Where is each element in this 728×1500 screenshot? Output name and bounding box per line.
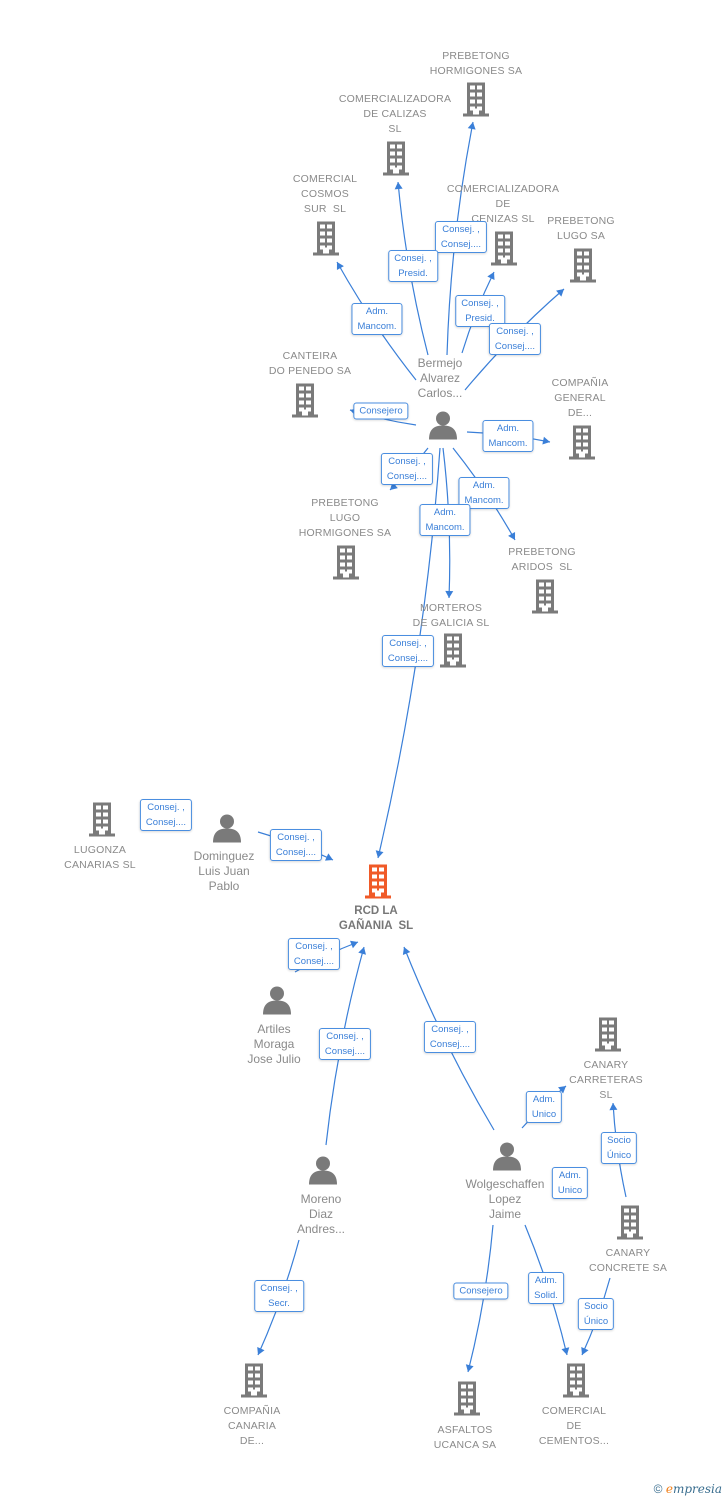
building-icon[interactable] xyxy=(380,140,412,181)
building-icon[interactable] xyxy=(362,863,394,904)
arrowhead-icon xyxy=(375,850,384,858)
relation-label[interactable]: Adm. Mancom. xyxy=(482,420,534,452)
node-label[interactable]: Bermejo Alvarez Carlos... xyxy=(418,356,463,401)
node-label[interactable]: COMPAÑIA CANARIA DE... xyxy=(224,1404,281,1449)
node-label[interactable]: ASFALTOS UCANCA SA xyxy=(434,1423,496,1453)
arrowhead-icon xyxy=(561,1347,570,1355)
relation-label[interactable]: Consej. , Consej.... xyxy=(434,221,488,253)
relation-label[interactable]: Consejero xyxy=(453,1282,509,1300)
relation-label[interactable]: Consej. , Consej.... xyxy=(269,829,323,861)
relation-label[interactable]: Consej. , Consej.... xyxy=(318,1028,372,1060)
person-icon[interactable] xyxy=(211,812,243,849)
relation-label[interactable]: Adm. Solid. xyxy=(528,1272,564,1304)
copyright-icon: © xyxy=(653,1482,663,1496)
building-icon[interactable] xyxy=(560,1362,592,1403)
relation-label[interactable]: Consej. , Secr. xyxy=(254,1280,304,1312)
building-icon[interactable] xyxy=(567,247,599,288)
arrowhead-icon xyxy=(358,947,366,955)
relation-label[interactable]: Consej. , Consej.... xyxy=(139,799,193,831)
building-icon[interactable] xyxy=(451,1380,483,1421)
node-label[interactable]: Moreno Diaz Andres... xyxy=(297,1192,345,1237)
building-icon[interactable] xyxy=(310,220,342,261)
node-label[interactable]: CANARY CONCRETE SA xyxy=(589,1246,667,1276)
arrowhead-icon xyxy=(467,122,476,130)
network-diagram: PREBETONG HORMIGONES SA COMERCIALIZADORA … xyxy=(0,0,728,1500)
building-icon[interactable] xyxy=(488,230,520,271)
relation-label[interactable]: Adm. Mancom. xyxy=(351,303,403,335)
relation-label[interactable]: Adm. Unico xyxy=(525,1091,563,1123)
building-icon[interactable] xyxy=(330,544,362,585)
building-icon[interactable] xyxy=(566,424,598,465)
node-label[interactable]: CANARY CARRETERAS SL xyxy=(569,1058,643,1103)
node-label[interactable]: PREBETONG LUGO SA xyxy=(547,214,615,244)
relation-label[interactable]: Consej. , Consej.... xyxy=(380,453,434,485)
person-icon[interactable] xyxy=(261,984,293,1021)
node-label[interactable]: LUGONZA CANARIAS SL xyxy=(64,843,136,873)
node-label[interactable]: Wolgeschaffen Lopez Jaime xyxy=(466,1177,545,1222)
person-icon[interactable] xyxy=(491,1140,523,1177)
building-icon[interactable] xyxy=(437,632,469,673)
relation-label[interactable]: Consej. , Consej.... xyxy=(488,323,542,355)
person-icon[interactable] xyxy=(307,1154,339,1191)
node-label[interactable]: PREBETONG ARIDOS SL xyxy=(508,545,576,575)
building-icon[interactable] xyxy=(592,1016,624,1057)
relation-label[interactable]: Consej. , Presid. xyxy=(388,250,438,282)
relation-label[interactable]: Consej. , Consej.... xyxy=(287,938,341,970)
node-label[interactable]: Dominguez Luis Juan Pablo xyxy=(194,849,255,894)
relation-label[interactable]: Adm. Unico xyxy=(551,1167,589,1199)
relation-label[interactable]: Socio Único xyxy=(577,1298,615,1330)
relation-label[interactable]: Consej. , Consej.... xyxy=(423,1021,477,1053)
empresia-logo[interactable]: © empresia xyxy=(654,1482,722,1496)
node-label[interactable]: COMERCIAL COSMOS SUR SL xyxy=(293,172,357,217)
person-icon[interactable] xyxy=(427,409,459,446)
node-label[interactable]: PREBETONG HORMIGONES SA xyxy=(430,49,522,79)
node-label[interactable]: COMERCIAL DE CEMENTOS... xyxy=(539,1404,609,1449)
relation-label[interactable]: Adm. Mancom. xyxy=(419,504,471,536)
relation-label[interactable]: Socio Único xyxy=(600,1132,638,1164)
node-label[interactable]: COMERCIALIZADORA DE CALIZAS SL xyxy=(339,92,451,137)
building-icon[interactable] xyxy=(86,801,118,842)
building-icon[interactable] xyxy=(614,1204,646,1245)
building-icon[interactable] xyxy=(460,81,492,122)
relation-label[interactable]: Consej. , Consej.... xyxy=(381,635,435,667)
building-icon[interactable] xyxy=(289,382,321,423)
node-label[interactable]: CANTEIRA DO PENEDO SA xyxy=(269,349,351,379)
node-label[interactable]: Artiles Moraga Jose Julio xyxy=(247,1022,300,1067)
relation-label[interactable]: Consejero xyxy=(353,402,409,420)
arrowhead-icon xyxy=(394,182,403,190)
node-label[interactable]: RCD LA GAÑANIA SL xyxy=(339,904,413,934)
arrowhead-icon xyxy=(465,1364,474,1372)
arrowhead-icon xyxy=(445,590,454,598)
arrowhead-icon xyxy=(609,1103,618,1111)
node-label[interactable]: PREBETONG LUGO HORMIGONES SA xyxy=(299,496,391,541)
building-icon[interactable] xyxy=(529,578,561,619)
arrowhead-icon xyxy=(542,436,550,445)
node-label[interactable]: MORTEROS DE GALICIA SL xyxy=(413,601,490,631)
building-icon[interactable] xyxy=(238,1362,270,1403)
node-label[interactable]: COMPAÑIA GENERAL DE... xyxy=(552,376,609,421)
